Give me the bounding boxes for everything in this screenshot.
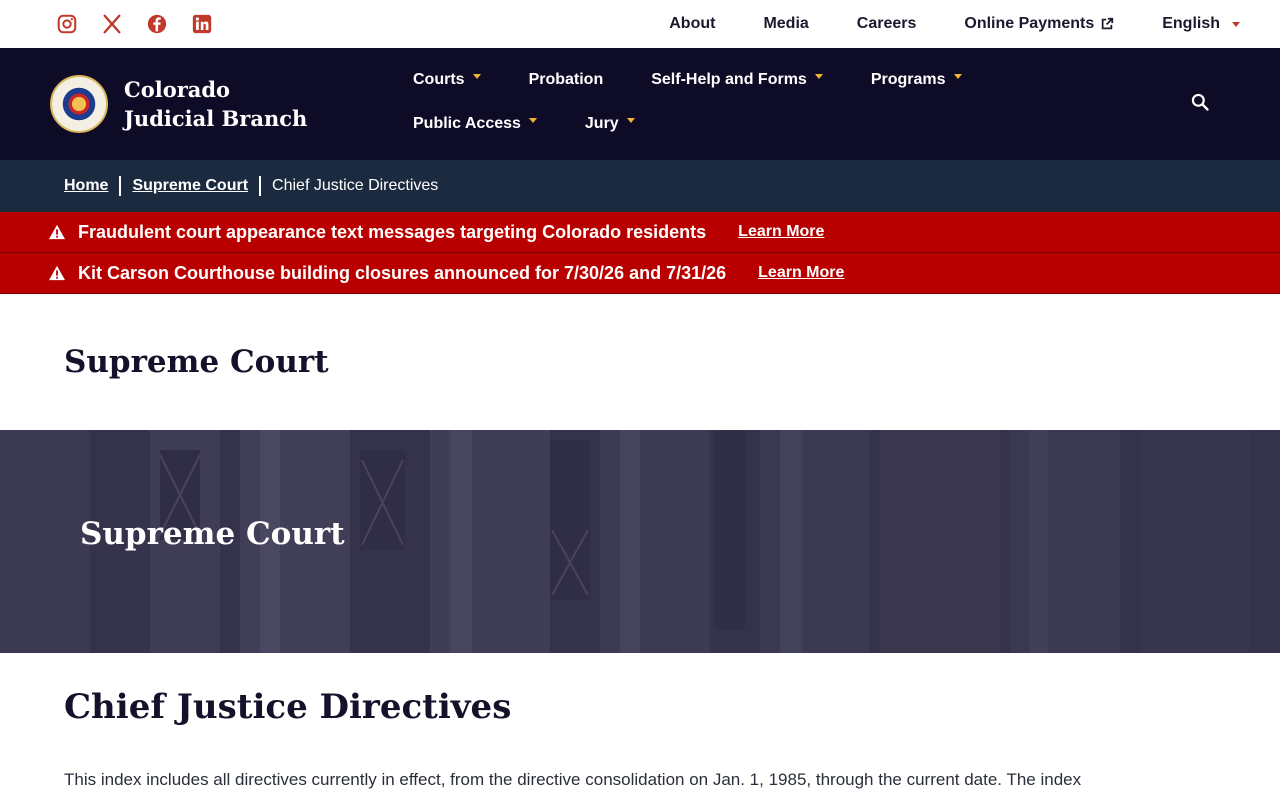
nav-probation-label: Probation: [528, 71, 604, 88]
chevron-down-icon: [1232, 21, 1240, 27]
breadcrumb-home[interactable]: Home: [64, 177, 108, 195]
chevron-down-icon: [472, 73, 481, 79]
intro-paragraph: This index includes all directives curre…: [64, 770, 1082, 789]
alert-text: Fraudulent court appearance text message…: [78, 221, 707, 242]
section-title: Supreme Court: [64, 344, 329, 380]
careers-label: Careers: [856, 15, 917, 32]
instagram-icon: [57, 14, 77, 34]
breadcrumb-separator: [259, 176, 262, 196]
careers-link[interactable]: Careers: [857, 15, 917, 33]
search-button[interactable]: [1186, 88, 1214, 116]
nav-programs-label: Programs: [870, 71, 946, 88]
external-link-icon: [1101, 17, 1114, 30]
about-label: About: [669, 15, 716, 32]
chevron-down-icon: [528, 117, 537, 123]
nav-courts-label: Courts: [413, 71, 465, 88]
breadcrumb-separator: [119, 176, 122, 196]
section-heading: Supreme Court: [0, 294, 1280, 430]
brand-home-link[interactable]: Colorado Judicial Branch: [0, 48, 413, 133]
social-links: [56, 0, 236, 48]
breadcrumb: Home Supreme Court Chief Justice Directi…: [0, 160, 1280, 212]
hero-banner: Supreme Court: [0, 430, 1280, 653]
nav-self-help-and-forms[interactable]: Self-Help and Forms: [651, 66, 823, 94]
x-link[interactable]: [101, 0, 146, 48]
nav-self-help-label: Self-Help and Forms: [651, 71, 807, 88]
nav-jury-label: Jury: [584, 115, 619, 132]
alert-text: Kit Carson Courthouse building closures …: [78, 262, 727, 283]
facebook-icon: [147, 14, 167, 34]
nav-courts[interactable]: Courts: [413, 66, 481, 94]
chevron-down-icon: [626, 117, 635, 123]
hero-title: Supreme Court: [80, 516, 345, 552]
main-nav: Colorado Judicial Branch Courts Probatio…: [0, 48, 1280, 160]
media-link[interactable]: Media: [763, 15, 808, 33]
linkedin-link[interactable]: [191, 0, 236, 48]
nav-jury[interactable]: Jury: [585, 110, 635, 138]
chevron-down-icon: [814, 73, 823, 79]
nav-public-access-label: Public Access: [413, 115, 521, 132]
about-link[interactable]: About: [669, 15, 715, 33]
x-icon: [103, 14, 121, 34]
alert-banner: Fraudulent court appearance text message…: [0, 212, 1280, 253]
alert-learn-more-link[interactable]: Learn More: [758, 264, 844, 282]
brand-name: Colorado Judicial Branch: [124, 77, 308, 131]
breadcrumb-current: Chief Justice Directives: [272, 177, 439, 194]
search-icon: [1191, 93, 1209, 111]
nav-probation[interactable]: Probation: [529, 66, 604, 94]
breadcrumb-supreme-court[interactable]: Supreme Court: [132, 177, 248, 195]
language-select[interactable]: English: [1162, 15, 1240, 33]
utility-bar: About Media Careers Online Payments Engl…: [0, 0, 1280, 48]
media-label: Media: [763, 15, 809, 32]
alert-banner: Kit Carson Courthouse building closures …: [0, 253, 1280, 294]
alert-learn-more-link[interactable]: Learn More: [738, 223, 824, 241]
linkedin-icon: [192, 14, 212, 34]
facebook-link[interactable]: [146, 0, 191, 48]
warning-icon: [49, 224, 65, 240]
warning-icon: [49, 265, 65, 281]
online-payments-link[interactable]: Online Payments: [964, 15, 1114, 33]
online-payments-label: Online Payments: [964, 15, 1095, 32]
utility-links: About Media Careers Online Payments Engl…: [669, 0, 1240, 48]
chevron-down-icon: [953, 73, 962, 79]
page-title: Chief Justice Directives: [64, 687, 512, 727]
main-content: Chief Justice Directives This index incl…: [0, 687, 1280, 793]
primary-nav-items: Courts Probation Self-Help and Forms Pro…: [413, 48, 1133, 154]
nav-public-access[interactable]: Public Access: [413, 110, 537, 138]
instagram-link[interactable]: [56, 0, 101, 48]
colorado-courts-seal-icon: [50, 75, 108, 133]
language-label: English: [1162, 15, 1220, 32]
nav-programs[interactable]: Programs: [871, 66, 962, 94]
